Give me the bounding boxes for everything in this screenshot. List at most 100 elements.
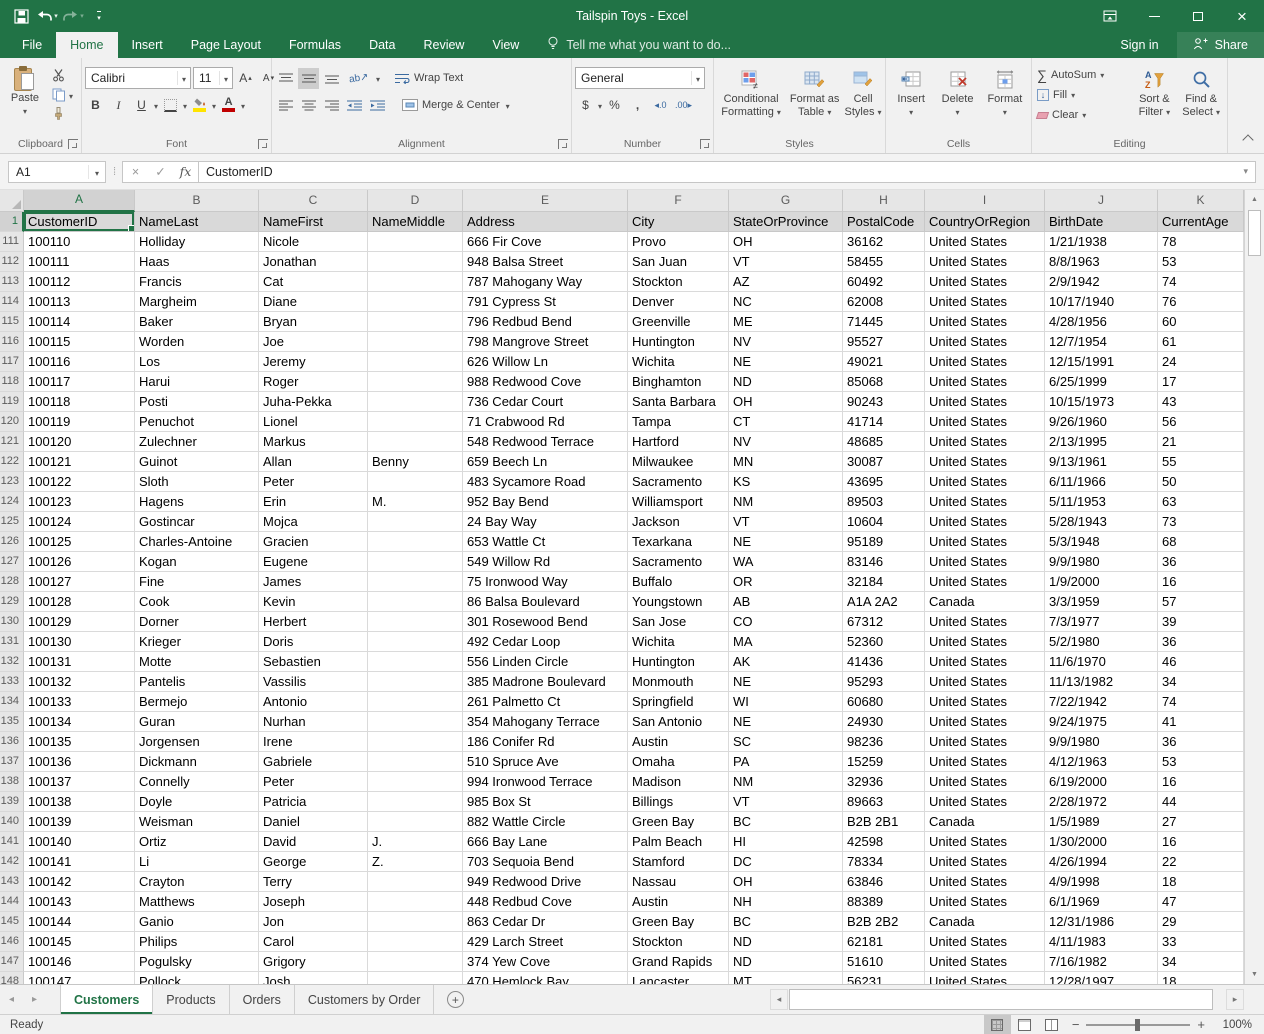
cell-D130[interactable] (368, 612, 463, 632)
cell-K123[interactable]: 50 (1158, 472, 1244, 492)
cell-I147[interactable]: United States (925, 952, 1045, 972)
find-select-button[interactable]: Find & Select (1178, 62, 1224, 134)
column-header-A[interactable]: A (24, 190, 135, 212)
cell-A111[interactable]: 100110 (24, 232, 135, 252)
cell-E129[interactable]: 86 Balsa Boulevard (463, 592, 628, 612)
cell-F127[interactable]: Sacramento (628, 552, 729, 572)
cell-I124[interactable]: United States (925, 492, 1045, 512)
cell-I1[interactable]: CountryOrRegion (925, 212, 1045, 232)
cell-G141[interactable]: HI (729, 832, 843, 852)
cell-G116[interactable]: NV (729, 332, 843, 352)
column-header-I[interactable]: I (925, 190, 1045, 212)
cell-E116[interactable]: 798 Mangrove Street (463, 332, 628, 352)
cell-E132[interactable]: 556 Linden Circle (463, 652, 628, 672)
percent-style-button[interactable]: % (604, 95, 625, 116)
cell-C144[interactable]: Joseph (259, 892, 368, 912)
cell-G147[interactable]: ND (729, 952, 843, 972)
cell-B122[interactable]: Guinot (135, 452, 259, 472)
cell-K130[interactable]: 39 (1158, 612, 1244, 632)
cell-K1[interactable]: CurrentAge (1158, 212, 1244, 232)
cell-G126[interactable]: NE (729, 532, 843, 552)
cell-J125[interactable]: 5/28/1943 (1045, 512, 1158, 532)
cell-H122[interactable]: 30087 (843, 452, 925, 472)
cell-H138[interactable]: 32936 (843, 772, 925, 792)
cell-A125[interactable]: 100124 (24, 512, 135, 532)
cell-D138[interactable] (368, 772, 463, 792)
cell-D121[interactable] (368, 432, 463, 452)
cell-H1[interactable]: PostalCode (843, 212, 925, 232)
sheet-tab-orders[interactable]: Orders (230, 985, 295, 1014)
cell-I145[interactable]: Canada (925, 912, 1045, 932)
underline-button[interactable]: U (131, 95, 152, 116)
cell-C147[interactable]: Grigory (259, 952, 368, 972)
cell-D134[interactable] (368, 692, 463, 712)
cell-E123[interactable]: 483 Sycamore Road (463, 472, 628, 492)
cell-H126[interactable]: 95189 (843, 532, 925, 552)
cell-E130[interactable]: 301 Rosewood Bend (463, 612, 628, 632)
cell-C116[interactable]: Joe (259, 332, 368, 352)
cell-D141[interactable]: J. (368, 832, 463, 852)
row-header-146[interactable]: 146 (0, 932, 24, 952)
cell-F133[interactable]: Monmouth (628, 672, 729, 692)
column-header-F[interactable]: F (628, 190, 729, 212)
cell-E119[interactable]: 736 Cedar Court (463, 392, 628, 412)
column-header-C[interactable]: C (259, 190, 368, 212)
cell-G136[interactable]: SC (729, 732, 843, 752)
cell-D142[interactable]: Z. (368, 852, 463, 872)
cell-D113[interactable] (368, 272, 463, 292)
row-header-145[interactable]: 145 (0, 912, 24, 932)
cell-E141[interactable]: 666 Bay Lane (463, 832, 628, 852)
cell-K133[interactable]: 34 (1158, 672, 1244, 692)
cell-A145[interactable]: 100144 (24, 912, 135, 932)
cell-E114[interactable]: 791 Cypress St (463, 292, 628, 312)
cell-C146[interactable]: Carol (259, 932, 368, 952)
cell-I135[interactable]: United States (925, 712, 1045, 732)
cell-K128[interactable]: 16 (1158, 572, 1244, 592)
cell-G138[interactable]: NM (729, 772, 843, 792)
cell-H127[interactable]: 83146 (843, 552, 925, 572)
cell-G124[interactable]: NM (729, 492, 843, 512)
cell-K126[interactable]: 68 (1158, 532, 1244, 552)
cell-J142[interactable]: 4/26/1994 (1045, 852, 1158, 872)
row-header-133[interactable]: 133 (0, 672, 24, 692)
cell-J120[interactable]: 9/26/1960 (1045, 412, 1158, 432)
cell-I134[interactable]: United States (925, 692, 1045, 712)
row-header-113[interactable]: 113 (0, 272, 24, 292)
cell-F144[interactable]: Austin (628, 892, 729, 912)
cell-E131[interactable]: 492 Cedar Loop (463, 632, 628, 652)
cell-B128[interactable]: Fine (135, 572, 259, 592)
borders-button[interactable] (160, 95, 181, 116)
row-header-127[interactable]: 127 (0, 552, 24, 572)
cell-E134[interactable]: 261 Palmetto Ct (463, 692, 628, 712)
bottom-align-button[interactable] (321, 68, 342, 89)
cell-J112[interactable]: 8/8/1963 (1045, 252, 1158, 272)
cell-J141[interactable]: 1/30/2000 (1045, 832, 1158, 852)
cell-D124[interactable]: M. (368, 492, 463, 512)
cell-J145[interactable]: 12/31/1986 (1045, 912, 1158, 932)
number-dialog-launcher-icon[interactable] (700, 139, 710, 149)
cell-G123[interactable]: KS (729, 472, 843, 492)
cell-E122[interactable]: 659 Beech Ln (463, 452, 628, 472)
cell-K120[interactable]: 56 (1158, 412, 1244, 432)
row-header-140[interactable]: 140 (0, 812, 24, 832)
cell-C123[interactable]: Peter (259, 472, 368, 492)
clear-button[interactable]: Clear (1035, 105, 1130, 125)
cell-B140[interactable]: Weisman (135, 812, 259, 832)
cell-B121[interactable]: Zulechner (135, 432, 259, 452)
cell-C141[interactable]: David (259, 832, 368, 852)
cell-C115[interactable]: Bryan (259, 312, 368, 332)
row-header-111[interactable]: 111 (0, 232, 24, 252)
cell-B129[interactable]: Cook (135, 592, 259, 612)
cell-D144[interactable] (368, 892, 463, 912)
save-icon[interactable] (10, 4, 32, 28)
row-header-148[interactable]: 148 (0, 972, 24, 984)
cell-H139[interactable]: 89663 (843, 792, 925, 812)
cell-B124[interactable]: Hagens (135, 492, 259, 512)
cell-A142[interactable]: 100141 (24, 852, 135, 872)
cell-C140[interactable]: Daniel (259, 812, 368, 832)
cell-B130[interactable]: Dorner (135, 612, 259, 632)
row-header-131[interactable]: 131 (0, 632, 24, 652)
row-header-123[interactable]: 123 (0, 472, 24, 492)
cell-G113[interactable]: AZ (729, 272, 843, 292)
cell-I129[interactable]: Canada (925, 592, 1045, 612)
